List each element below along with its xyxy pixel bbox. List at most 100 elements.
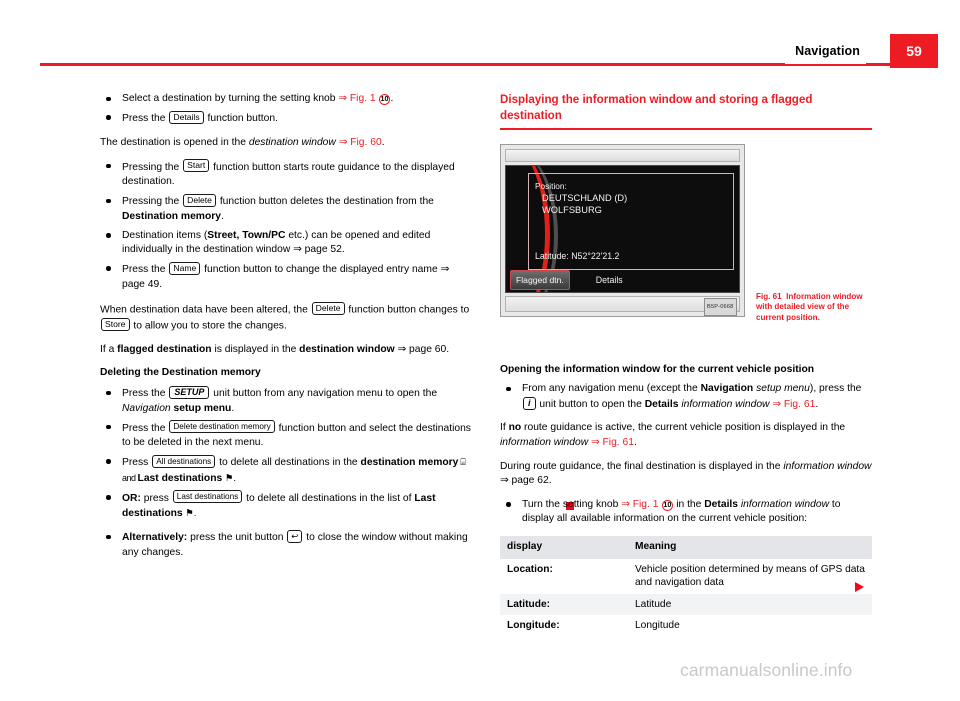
watermark: carmanualsonline.info <box>680 660 853 680</box>
list-item: Press All destinations to delete all des… <box>100 454 472 487</box>
figure-frame: Position: DEUTSCHLAND (D) WOLFSBURG Lati… <box>500 143 745 317</box>
bullet-text-delete-destination-memory: Press the Delete destination memory func… <box>122 420 471 449</box>
flag-glyph-icon: ⚑. <box>222 472 237 484</box>
bullet-dot <box>106 163 111 169</box>
page-number-badge: 59 <box>890 34 938 68</box>
paragraph-during-route-guidance: During route guidance, the final destina… <box>500 460 872 487</box>
bullet-dot <box>106 233 111 238</box>
list-item: Turn the setting knob ⇒ Fig. 1 10 in the… <box>500 498 872 527</box>
table-header-display: display <box>500 535 628 559</box>
subheading-opening-info-window: Opening the information window for the c… <box>500 363 815 375</box>
screen-country: DEUTSCHLAND (D) <box>542 193 628 203</box>
table-header-meaning: Meaning <box>628 535 872 559</box>
device-bottom-bar: B5P-0668 <box>505 295 740 316</box>
callout-10: 10 <box>661 499 673 511</box>
bullet-text-alternatively: Alternatively: press the unit button ↩ t… <box>122 530 468 558</box>
key-store: Store <box>101 317 130 331</box>
section-heading: Displaying the information window and st… <box>500 93 813 122</box>
list-item: OR: press Last destinations to delete al… <box>100 490 472 521</box>
bullet-text-press-start: Pressing the Start function button start… <box>122 159 455 188</box>
key-name: Name <box>169 261 201 275</box>
bullet-text-press-setup: Press the SETUP unit button from any nav… <box>122 385 438 414</box>
bullet-dot <box>106 115 111 120</box>
back-button-icon: ↩ <box>287 530 303 544</box>
bullet-text-press-details: Press the Details function button. <box>122 110 278 125</box>
screen-info-panel: Position: DEUTSCHLAND (D) WOLFSBURG Lati… <box>528 172 734 270</box>
bullet-dot <box>106 96 111 102</box>
paragraph-destination-opened: The destination is opened in the destina… <box>100 136 385 148</box>
table-cell-display: Latitude: <box>500 593 628 616</box>
screen-city: WOLFSBURG <box>542 205 602 216</box>
paragraph-no-route-guidance: If no route guidance is active, the curr… <box>500 422 846 448</box>
table-cell-meaning: Vehicle position determined by means of … <box>628 558 872 594</box>
device-top-bar <box>505 148 740 162</box>
bullet-text-select-destination: Select a destination by turning the sett… <box>122 93 394 105</box>
key-info: i <box>523 396 536 410</box>
screen-position-label: Position: <box>535 180 567 191</box>
continuation-arrow-icon <box>855 582 864 592</box>
list-item: Select a destination by turning the sett… <box>100 92 472 107</box>
key-delete: Delete <box>183 193 216 207</box>
right-column: Displaying the information window and st… <box>500 92 872 637</box>
list-item: Alternatively: press the unit button ↩ t… <box>100 530 472 560</box>
list-item: Destination items (Street, Town/PC etc.)… <box>100 229 472 258</box>
screen-latitude: Latitude: N52°22'21.2 <box>535 251 620 262</box>
information-table: display Meaning Location: Vehicle positi… <box>500 535 872 637</box>
bullet-dot <box>106 424 111 430</box>
table-cell-meaning: Latitude <box>628 593 872 616</box>
list-item: From any navigation menu (except the Nav… <box>500 382 872 412</box>
bullet-dot <box>106 266 111 272</box>
list-item: Press the Delete destination memory func… <box>100 420 472 451</box>
screen-button-flagged-destination[interactable]: Flagged dtn. <box>510 270 570 290</box>
bullet-text-or-last-destinations: OR: press Last destinations to delete al… <box>122 490 436 519</box>
subheading-delete-destination-memory: Deleting the Destination memory <box>100 367 261 379</box>
callout-10: 10 <box>379 94 390 105</box>
table-cell-display: Location: <box>500 558 628 594</box>
screen-button-details[interactable]: Details <box>596 273 623 288</box>
table-row: Location: Vehicle position determined by… <box>500 558 872 594</box>
page-header: Navigation 59 <box>40 34 938 74</box>
bullet-text-press-name: Press the Name function button to change… <box>122 261 450 290</box>
figure-number: Fig. 61 <box>756 291 782 301</box>
table-cell-meaning: Longitude <box>628 615 872 637</box>
list-item: Press the Name function button to change… <box>100 261 472 293</box>
list-item: Pressing the Start function button start… <box>100 159 472 190</box>
bullet-dot <box>106 390 111 396</box>
key-delete-destination-memory: Delete destination memory <box>169 420 275 434</box>
table-header-row: display Meaning <box>500 535 872 559</box>
key-details: Details <box>169 110 204 124</box>
device-screen: Position: DEUTSCHLAND (D) WOLFSBURG Lati… <box>505 164 740 293</box>
key-last-destinations: Last destinations <box>172 490 243 504</box>
table-row: Longitude: Longitude <box>500 615 872 637</box>
key-delete-2: Delete <box>311 301 345 315</box>
section-heading-rule <box>500 128 872 130</box>
bullet-dot <box>106 534 111 540</box>
bullet-text-destination-items: Destination items (Street, Town/PC etc.)… <box>122 229 431 256</box>
paragraph-flagged-destination: If a flagged destination is displayed in… <box>100 343 450 355</box>
bullet-text-press-delete: Pressing the Delete function button dele… <box>122 193 434 223</box>
paragraph-data-altered: When destination data have been altered,… <box>100 301 470 332</box>
figure-code-label: B5P-0668 <box>703 298 737 316</box>
bullet-dot <box>106 198 111 204</box>
list-item: Pressing the Delete function button dele… <box>100 193 472 225</box>
table-row: Latitude: Latitude <box>500 593 872 616</box>
bullet-text-all-destinations: Press All destinations to delete all des… <box>122 454 466 484</box>
key-start: Start <box>183 159 210 173</box>
bullet-dot <box>106 495 111 500</box>
bullet-dot <box>506 386 511 392</box>
figure-caption: Fig. 61 Information window with detailed… <box>756 292 868 324</box>
bullet-dot <box>506 502 511 507</box>
list-item: Press the SETUP unit button from any nav… <box>100 385 472 416</box>
key-setup: SETUP <box>169 385 210 399</box>
flag-glyph-icon: ⚑. <box>182 507 197 519</box>
list-item: Press the Details function button. <box>100 110 472 127</box>
table-cell-display: Longitude: <box>500 615 628 637</box>
bullet-text-from-any-menu: From any navigation menu (except the Nav… <box>522 383 862 410</box>
screen-button-bar: Flagged dtn. Details <box>510 270 735 290</box>
bullet-text-turn-setting-knob: Turn the setting knob ⇒ Fig. 1 10 in the… <box>522 498 841 525</box>
page-title: Navigation <box>785 38 866 64</box>
bullet-dot <box>106 459 111 464</box>
key-all-destinations: All destinations <box>152 454 216 468</box>
left-column: Select a destination by turning the sett… <box>100 92 574 564</box>
figure-information-window: Position: DEUTSCHLAND (D) WOLFSBURG Lati… <box>500 143 872 322</box>
